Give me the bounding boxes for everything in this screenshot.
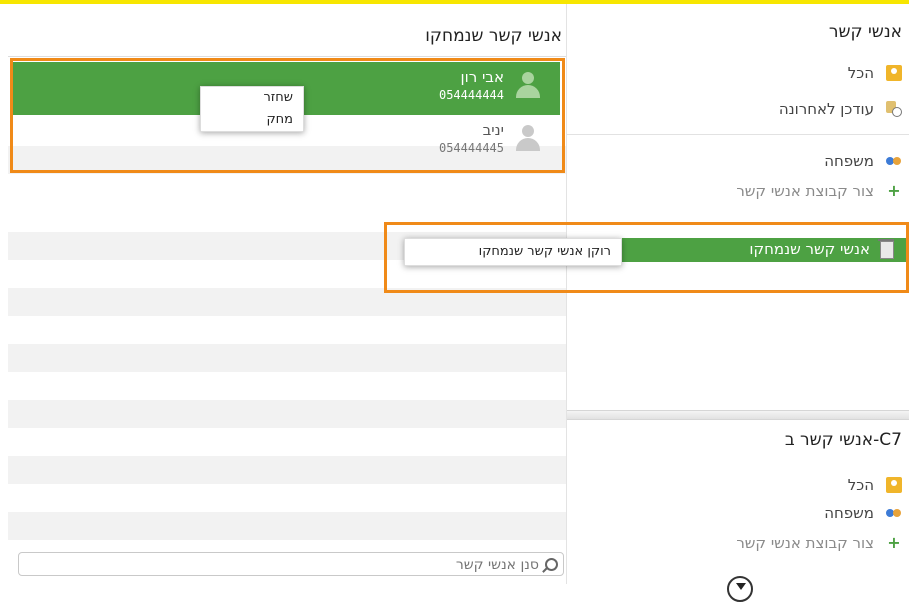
list-stripe [8, 456, 566, 484]
sidebar-section-separator[interactable] [567, 410, 909, 420]
group-icon [886, 153, 902, 169]
sidebar-item-label: משפחה [824, 504, 874, 522]
sidebar-item-label: הכל [847, 476, 874, 494]
sidebar-item-all[interactable]: הכל [590, 62, 909, 84]
sidebar-item-label: משפחה [824, 152, 874, 170]
list-stripe [8, 344, 566, 372]
filter-contacts-input[interactable] [37, 555, 541, 575]
trash-context-menu: רוקן אנשי קשר שנמחקו [404, 238, 622, 266]
page-title: אנשי קשר שנמחקו [425, 26, 562, 46]
header-divider [8, 56, 566, 57]
section-title-c7: אנשי קשר ב-C7 [784, 430, 902, 450]
list-stripe [8, 400, 566, 428]
scroll-down-icon[interactable] [727, 576, 753, 602]
sidebar-divider [567, 134, 909, 135]
filter-box [18, 552, 564, 576]
sidebar-item-label: עודכן לאחרונה [778, 100, 874, 118]
empty-deleted-contacts-menu-item[interactable]: רוקן אנשי קשר שנמחקו [405, 239, 621, 265]
sidebar-item-label: הכל [847, 64, 874, 82]
group-icon [886, 505, 902, 521]
deleted-contacts-panel: אנשי קשר שנמחקו אבי רון 054444444 יניב 0… [8, 4, 566, 584]
create-group-label: צור קבוצת אנשי קשר [736, 534, 874, 552]
create-group-link[interactable]: + צור קבוצת אנשי קשר [590, 180, 909, 202]
sidebar-title: אנשי קשר [828, 22, 902, 42]
restore-menu-item[interactable]: שחזר [201, 87, 303, 109]
list-stripe [8, 512, 566, 540]
sidebar-item-c7-family[interactable]: משפחה [590, 502, 909, 524]
contacts-icon [886, 477, 902, 493]
contact-context-menu: שחזר מחק [200, 86, 304, 132]
contacts-icon [886, 65, 902, 81]
sidebar-item-family[interactable]: משפחה [590, 150, 909, 172]
delete-menu-item[interactable]: מחק [201, 109, 303, 131]
create-group-label: צור קבוצת אנשי קשר [736, 182, 874, 200]
sidebar-item-c7-all[interactable]: הכל [590, 474, 909, 496]
search-icon[interactable] [545, 558, 558, 571]
create-group-link-c7[interactable]: + צור קבוצת אנשי קשר [590, 532, 909, 554]
recent-icon [886, 101, 902, 117]
plus-icon: + [887, 533, 901, 552]
sidebar-item-recent[interactable]: עודכן לאחרונה [590, 98, 909, 120]
sidebar: אנשי קשר הכל עודכן לאחרונה משפחה + צור ק… [566, 4, 909, 602]
plus-icon: + [887, 181, 901, 200]
